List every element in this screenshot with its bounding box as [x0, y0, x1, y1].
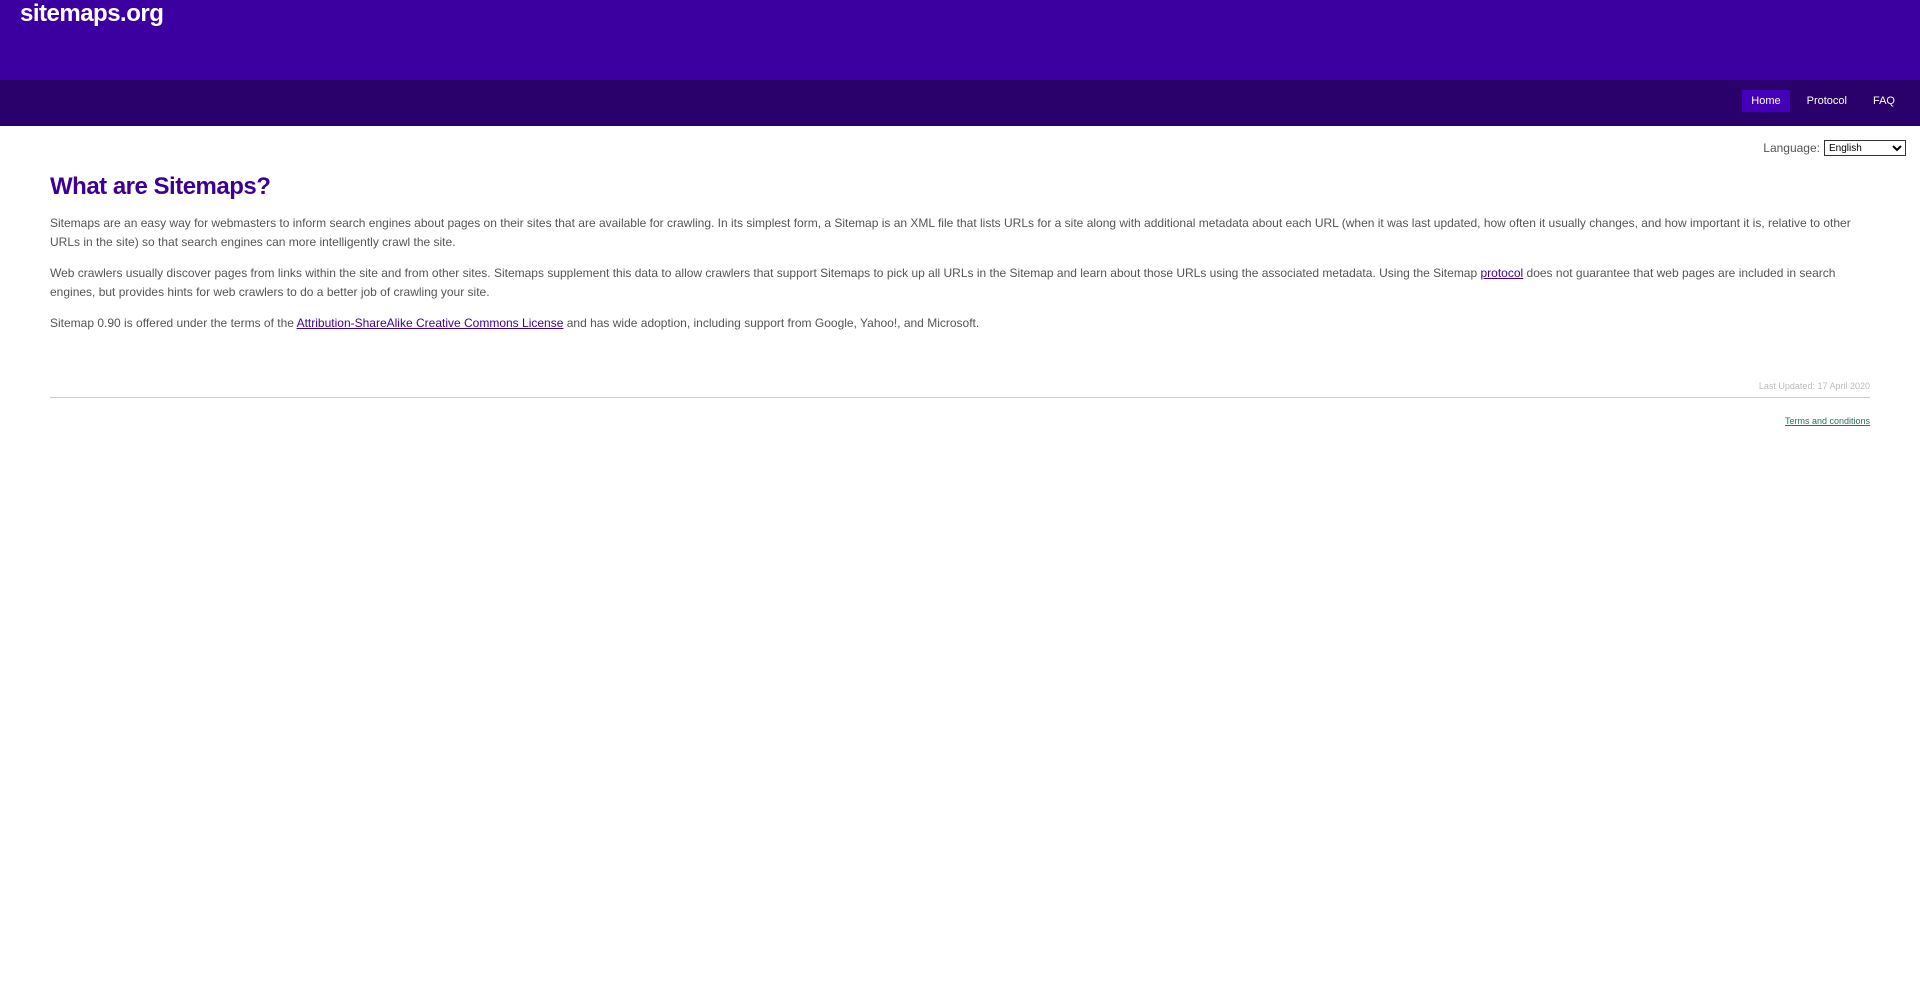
footer-divider	[50, 397, 1870, 398]
main-content: What are Sitemaps? Sitemaps are an easy …	[50, 172, 1870, 426]
license-link[interactable]: Attribution-ShareAlike Creative Commons …	[297, 316, 564, 330]
site-header: sitemaps.org	[0, 0, 1920, 80]
license-text-after: and has wide adoption, including support…	[563, 316, 980, 330]
last-updated-text: Last Updated: 17 April 2020	[1758, 381, 1870, 391]
page-title: What are Sitemaps?	[50, 173, 271, 200]
protocol-link[interactable]: protocol	[1481, 266, 1524, 280]
footer-terms: Terms and conditions	[50, 416, 1870, 426]
nav-home-link[interactable]: Home	[1742, 90, 1790, 112]
language-select[interactable]: English	[1824, 140, 1906, 156]
nav-protocol-link[interactable]: Protocol	[1798, 90, 1856, 112]
license-paragraph: Sitemap 0.90 is offered under the terms …	[50, 314, 1870, 333]
language-selector: Language: English	[1763, 140, 1906, 156]
terms-link[interactable]: Terms and conditions	[1785, 416, 1870, 426]
license-text-before: Sitemap 0.90 is offered under the terms …	[50, 316, 297, 330]
main-nav: Home Protocol FAQ	[1734, 90, 1904, 112]
nav-faq-link[interactable]: FAQ	[1864, 90, 1904, 112]
intro-paragraph: Sitemaps are an easy way for webmasters …	[50, 216, 1851, 249]
crawlers-paragraph: Web crawlers usually discover pages from…	[50, 264, 1870, 302]
site-logo[interactable]: sitemaps.org	[20, 0, 164, 28]
crawlers-text-before: Web crawlers usually discover pages from…	[50, 266, 1481, 280]
nav-bar: Home Protocol FAQ	[0, 80, 1920, 126]
language-label: Language:	[1763, 141, 1820, 155]
